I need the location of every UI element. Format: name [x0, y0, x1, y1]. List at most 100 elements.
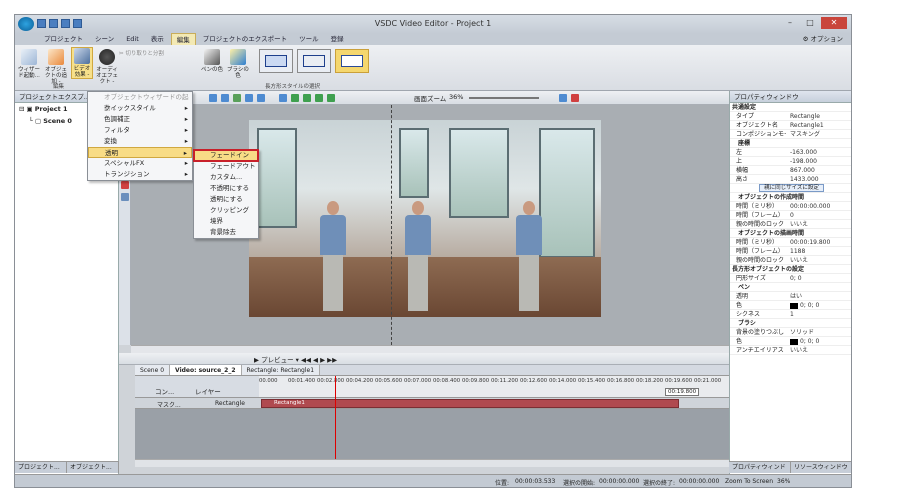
property-section[interactable]: 長方形オブジェクトの設定 [730, 265, 851, 274]
align-icon[interactable] [209, 94, 217, 102]
transparency-menu-item[interactable]: フェードアウト [194, 161, 258, 172]
zoom-value[interactable]: 36% [449, 93, 463, 101]
transparency-menu-item[interactable]: クリッピング [194, 205, 258, 216]
property-row[interactable]: 背景の塗りつぶし ソリッド [730, 328, 851, 337]
property-section[interactable]: オブジェクトの作成時間 [730, 193, 851, 202]
transparency-menu-item[interactable]: 透明にする [194, 194, 258, 205]
wizard-button[interactable]: ウィザード起動... [17, 49, 41, 79]
preview-button[interactable]: ▶ プレビュー ▾ ◀◀ ◀ ▶ ▶▶ [254, 354, 337, 364]
timeline-track[interactable]: マスク... Rectangle Rectangle1 [135, 398, 729, 409]
resize-icon[interactable] [279, 94, 287, 102]
timeline-ruler[interactable]: 00.000 00:01.400 00:02.800 00:04.200 00:05.6… [259, 376, 729, 398]
arrow-icon[interactable] [291, 94, 299, 102]
property-button-row[interactable]: 親に同じサイズに設定 [730, 184, 851, 193]
timeline-tab[interactable]: Video: source_2_2 [170, 365, 242, 375]
timeline-tab[interactable]: Rectangle: Rectangle1 [241, 365, 321, 375]
close-button[interactable]: ✕ [821, 17, 847, 29]
end-time-marker[interactable]: 00:19.800 [665, 388, 700, 396]
property-section[interactable]: ペン [730, 283, 851, 292]
effects-menu-item[interactable]: クイックスタイル ▸ [88, 103, 192, 114]
maximize-button[interactable]: □ [801, 17, 819, 29]
video-effects-button[interactable]: ビデオ効果 - [71, 47, 93, 79]
view-icon[interactable] [559, 94, 567, 102]
rect-style-3[interactable] [335, 49, 369, 73]
timeline-body[interactable] [135, 409, 729, 459]
property-row[interactable]: 親の時間のロック いいえ [730, 256, 851, 265]
property-row[interactable]: 透明 はい [730, 292, 851, 301]
arrow-icon[interactable] [303, 94, 311, 102]
menu-7[interactable]: 登録 [326, 33, 349, 45]
menu-1[interactable]: シーン [90, 33, 119, 45]
property-row[interactable]: 左 -163.000 [730, 148, 851, 157]
tool-icon[interactable] [121, 193, 129, 201]
transparency-menu-item[interactable]: 不透明にする [194, 183, 258, 194]
menu-5[interactable]: プロジェクトのエクスポート [198, 33, 292, 45]
property-section[interactable]: ブラシ [730, 319, 851, 328]
effects-menu-item[interactable]: トランジション ▸ [88, 169, 192, 180]
transparency-menu-item[interactable]: カスタム... [194, 172, 258, 183]
arrow-icon[interactable] [315, 94, 323, 102]
property-section[interactable]: 共通設定 [730, 103, 851, 112]
video-preview[interactable] [249, 120, 601, 317]
tab-project-explorer[interactable]: プロジェクト... [15, 462, 67, 473]
transparency-menu-item[interactable]: 境界 [194, 216, 258, 227]
blend-mode-select[interactable]: マスク... [157, 400, 181, 409]
effects-menu-item[interactable]: フィルタ ▸ [88, 125, 192, 136]
tab-object-explorer[interactable]: オブジェクト... [67, 462, 119, 473]
audio-effects-button[interactable]: オーディオエフェクト - [95, 49, 119, 85]
timeline-tab[interactable]: Scene 0 [135, 365, 171, 375]
menu-3[interactable]: 表示 [146, 33, 169, 45]
property-row[interactable]: 時間（フレーム） 1188 [730, 247, 851, 256]
property-row[interactable]: シクネス 1 [730, 310, 851, 319]
property-row[interactable]: 円形サイズ 0; 0 [730, 274, 851, 283]
transparency-menu-item[interactable]: フェードイン [193, 149, 259, 162]
menu-4[interactable]: 編集 [170, 32, 196, 46]
color-swatch[interactable] [790, 302, 798, 309]
brush-color-button[interactable]: ブラシの色 [225, 49, 251, 79]
property-row[interactable]: 横幅 867.000 [730, 166, 851, 175]
timeline-clip[interactable]: Rectangle1 [261, 399, 679, 408]
add-object-button[interactable]: オブジェクトの追加 - [43, 49, 69, 85]
property-row[interactable]: 上 -198.000 [730, 157, 851, 166]
property-row[interactable]: 時間（ミリ秒） 00:00:19.800 [730, 238, 851, 247]
rect-style-2[interactable] [297, 49, 331, 73]
effects-menu-item[interactable]: 色調補正 ▸ [88, 114, 192, 125]
tab-resources[interactable]: リソースウィンドウ [791, 462, 851, 473]
menu-0[interactable]: プロジェクト [39, 33, 88, 45]
tab-properties[interactable]: プロパティウィンドウ [729, 462, 791, 483]
selection-guide[interactable] [391, 105, 392, 345]
playhead[interactable] [335, 376, 336, 460]
zoom-slider[interactable] [469, 97, 539, 99]
menu-6[interactable]: ツール [294, 33, 324, 45]
options-menu[interactable]: ⚙ オプション [803, 33, 843, 45]
property-row[interactable]: 親の時間のロック いいえ [730, 220, 851, 229]
property-row[interactable]: オブジェクト名 Rectangle1 [730, 121, 851, 130]
property-row[interactable]: 時間（ミリ秒） 00:00:00.000 [730, 202, 851, 211]
rect-style-1[interactable] [259, 49, 293, 73]
minimize-button[interactable]: – [781, 17, 799, 29]
property-row[interactable]: タイプ Rectangle [730, 112, 851, 121]
timeline-scrollbar[interactable] [135, 459, 729, 467]
property-row[interactable]: アンチエイリアス いいえ [730, 346, 851, 355]
property-row[interactable]: コンポジションモードマスキング [730, 130, 851, 139]
transparency-menu-item[interactable]: 背景除去 [194, 227, 258, 238]
property-section[interactable]: 座標 [730, 139, 851, 148]
property-row[interactable]: 色 0; 0; 0 [730, 337, 851, 346]
effects-menu-item[interactable]: 透明 ▸ [88, 147, 192, 158]
align-icon[interactable] [245, 94, 253, 102]
effects-menu-item[interactable]: スペシャルFX ▸ [88, 158, 192, 169]
zoom-to-screen[interactable]: Zoom To Screen [725, 478, 773, 485]
property-row[interactable]: 色 0; 0; 0 [730, 301, 851, 310]
property-section[interactable]: オブジェクトの描画時間 [730, 229, 851, 238]
tool-icon[interactable] [121, 181, 129, 189]
color-swatch[interactable] [790, 338, 798, 345]
align-icon[interactable] [221, 94, 229, 102]
align-icon[interactable] [257, 94, 265, 102]
canvas-scrollbar[interactable] [131, 345, 729, 353]
pen-color-button[interactable]: ペンの色 [201, 49, 223, 73]
property-row[interactable]: 高さ 1433.000 [730, 175, 851, 184]
cut-split-button[interactable]: ✂ 切り取りと分割 [119, 51, 179, 57]
property-row[interactable]: 時間（フレーム） 0 [730, 211, 851, 220]
menu-2[interactable]: Edit [121, 33, 144, 45]
view-icon[interactable] [571, 94, 579, 102]
